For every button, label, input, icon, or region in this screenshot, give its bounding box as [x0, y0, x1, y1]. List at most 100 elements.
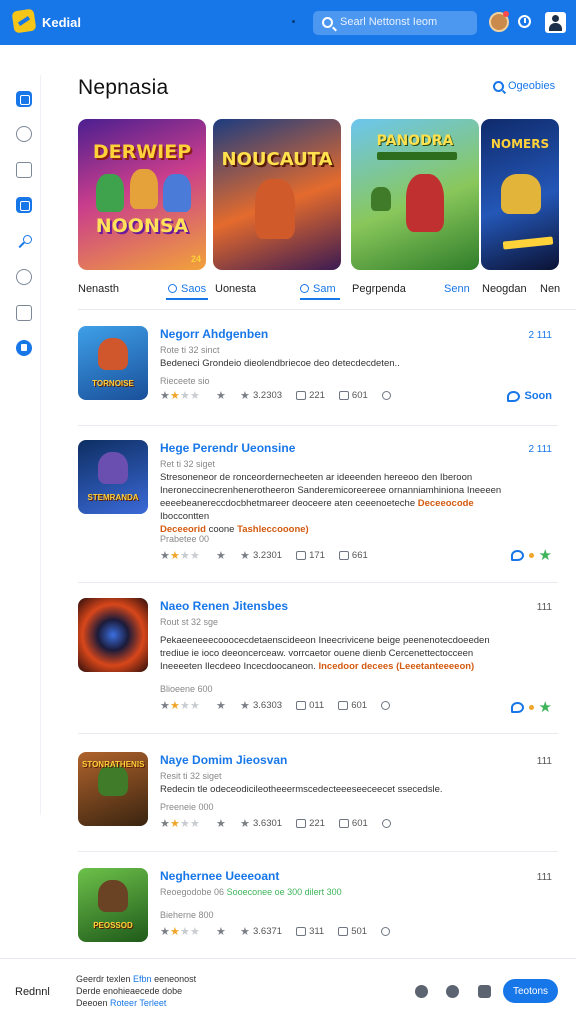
sidebar-chat-icon[interactable] — [16, 126, 32, 142]
app-logo-icon[interactable] — [11, 8, 37, 34]
footer-bar: Rednnl Geerdr texlen Efbn eeneonost Derd… — [0, 958, 576, 1024]
star-icon — [160, 699, 170, 712]
character-art — [163, 174, 191, 212]
tab-item[interactable]: Pegrpenda — [352, 283, 406, 295]
list-item[interactable]: TORNOISE Negorr Ahdgenben Rote ti 32 sin… — [78, 326, 558, 426]
app-title[interactable]: Kedial — [42, 15, 81, 30]
game-thumbnail[interactable]: Peossod — [78, 868, 148, 942]
tab-item[interactable]: Senn — [444, 283, 470, 295]
tab-item[interactable]: Neogdan — [482, 283, 527, 295]
sidebar-clock-icon[interactable] — [16, 269, 32, 285]
share-icon[interactable] — [446, 985, 459, 998]
character-art — [255, 179, 295, 239]
footer-label[interactable]: Rednnl — [15, 986, 50, 998]
categories-link[interactable]: Ogeobies — [493, 80, 555, 92]
game-thumbnail[interactable]: TORNOISE — [78, 326, 148, 400]
search-bar[interactable]: Searl Nettonst Ieom — [313, 11, 477, 35]
section-title: Nepnasia — [78, 76, 169, 99]
item-action[interactable]: Soon — [506, 390, 553, 402]
sidebar-home-icon[interactable] — [16, 91, 32, 107]
favorite-star-icon[interactable]: ★ — [539, 546, 552, 564]
item-description: Redecin tle odeceodicileotheeermscedecte… — [160, 784, 443, 795]
copy-icon — [338, 391, 349, 400]
star-icon — [190, 389, 200, 402]
view-count: 601 — [351, 700, 368, 711]
star-icon — [216, 925, 226, 938]
rating-row: 3.6301 221 601 — [160, 817, 391, 830]
star-icon — [170, 549, 180, 562]
profile-icon[interactable] — [545, 12, 566, 33]
sidebar-library-icon[interactable] — [16, 197, 32, 213]
sidebar-gamepad-icon[interactable] — [16, 162, 32, 178]
rating-value: 3.6301 — [253, 818, 283, 829]
item-title[interactable]: Naeo Renen Jitensbes — [160, 599, 288, 613]
featured-banner[interactable]: DERWIEP NOONSA 24 — [78, 119, 206, 270]
tab-item-active[interactable]: Saos — [168, 283, 206, 295]
game-thumbnail[interactable] — [78, 598, 148, 672]
tab-underline — [166, 298, 208, 300]
star-icon — [170, 817, 180, 830]
chat-icon — [300, 284, 309, 293]
character-art — [98, 880, 128, 912]
star-icon — [170, 925, 180, 938]
item-action[interactable]: ★ — [510, 546, 552, 564]
footer-action-button[interactable]: Teotons — [503, 979, 558, 1003]
search-input[interactable]: Searl Nettonst Ieom — [340, 16, 437, 28]
sidebar-key-icon[interactable] — [16, 233, 32, 249]
history-icon[interactable] — [518, 15, 531, 28]
list-item[interactable]: Peossod Neghernee Ueeeoant Reoegodobe 06… — [78, 868, 558, 948]
star-icon — [180, 389, 190, 402]
featured-banner[interactable]: PANODRA — [351, 119, 479, 270]
star-icon — [216, 699, 226, 712]
banner-title: PANODRA — [376, 133, 454, 149]
search-icon — [493, 80, 504, 92]
sidebar-calendar-icon[interactable] — [16, 305, 32, 321]
banner-badge: 24 — [190, 254, 201, 264]
tab-bar: Nenasth Saos Uonesta Sam Pegrpenda Senn … — [78, 278, 576, 310]
tab-item[interactable]: Uonesta — [215, 283, 256, 295]
list-item[interactable]: STONRATHENIS Naye Domim Jieosvan Resit t… — [78, 752, 558, 852]
item-meta: Rote ti 32 sinct — [160, 345, 220, 355]
item-title[interactable]: Hege Perendr Ueonsine — [160, 441, 295, 455]
character-art — [501, 174, 541, 214]
chat-icon — [510, 549, 524, 561]
featured-banner[interactable]: NOUCAUTA — [213, 119, 341, 270]
star-icon — [160, 389, 170, 402]
item-release: Rieceete sio — [160, 376, 210, 386]
item-action[interactable]: ★ — [510, 698, 552, 716]
copy-icon — [338, 551, 349, 560]
star-icon — [160, 925, 170, 938]
banner-ribbon — [502, 236, 554, 250]
item-title[interactable]: Neghernee Ueeeoant — [160, 869, 279, 883]
sidebar-lock-icon[interactable] — [16, 340, 32, 356]
banner-title: NOUCAUTA — [221, 149, 333, 170]
rating-row: 3.6371 311 501 — [160, 925, 391, 938]
game-thumbnail[interactable]: STONRATHENIS — [78, 752, 148, 826]
item-title[interactable]: Naye Domim Jieosvan — [160, 753, 287, 767]
tab-item-active[interactable]: Sam — [300, 283, 336, 295]
tab-item[interactable]: Nenasth — [78, 283, 119, 295]
action-label: Soon — [524, 390, 553, 402]
tab-label: Saos — [181, 283, 207, 295]
star-icon — [190, 549, 200, 562]
list-item[interactable]: STEMRANDA Hege Perendr Ueonsine Ret ti 3… — [78, 440, 558, 583]
item-release: Bieherne 800 — [160, 910, 214, 920]
tab-item[interactable]: Nen — [540, 283, 560, 295]
search-icon — [168, 284, 177, 293]
favorite-star-icon[interactable]: ★ — [539, 698, 552, 716]
info-icon[interactable] — [381, 819, 391, 828]
info-icon[interactable] — [381, 927, 391, 936]
bookmark-icon[interactable] — [478, 985, 491, 998]
list-item[interactable]: Naeo Renen Jitensbes Rout st 32 sge Peka… — [78, 598, 558, 734]
chat-icon — [506, 390, 520, 402]
item-title[interactable]: Negorr Ahdgenben — [160, 327, 268, 341]
help-icon[interactable] — [415, 985, 428, 998]
info-icon[interactable] — [381, 391, 391, 400]
character-art — [98, 452, 128, 484]
game-thumbnail[interactable]: STEMRANDA — [78, 440, 148, 514]
info-icon[interactable] — [381, 701, 391, 710]
featured-banner[interactable]: NOMERS — [481, 119, 559, 270]
item-release: Prabetee 00 — [160, 534, 210, 544]
rating-value: 3.2301 — [253, 550, 283, 561]
item-description: Stresoneneor de ronceordernecheeten ar i… — [160, 472, 502, 535]
